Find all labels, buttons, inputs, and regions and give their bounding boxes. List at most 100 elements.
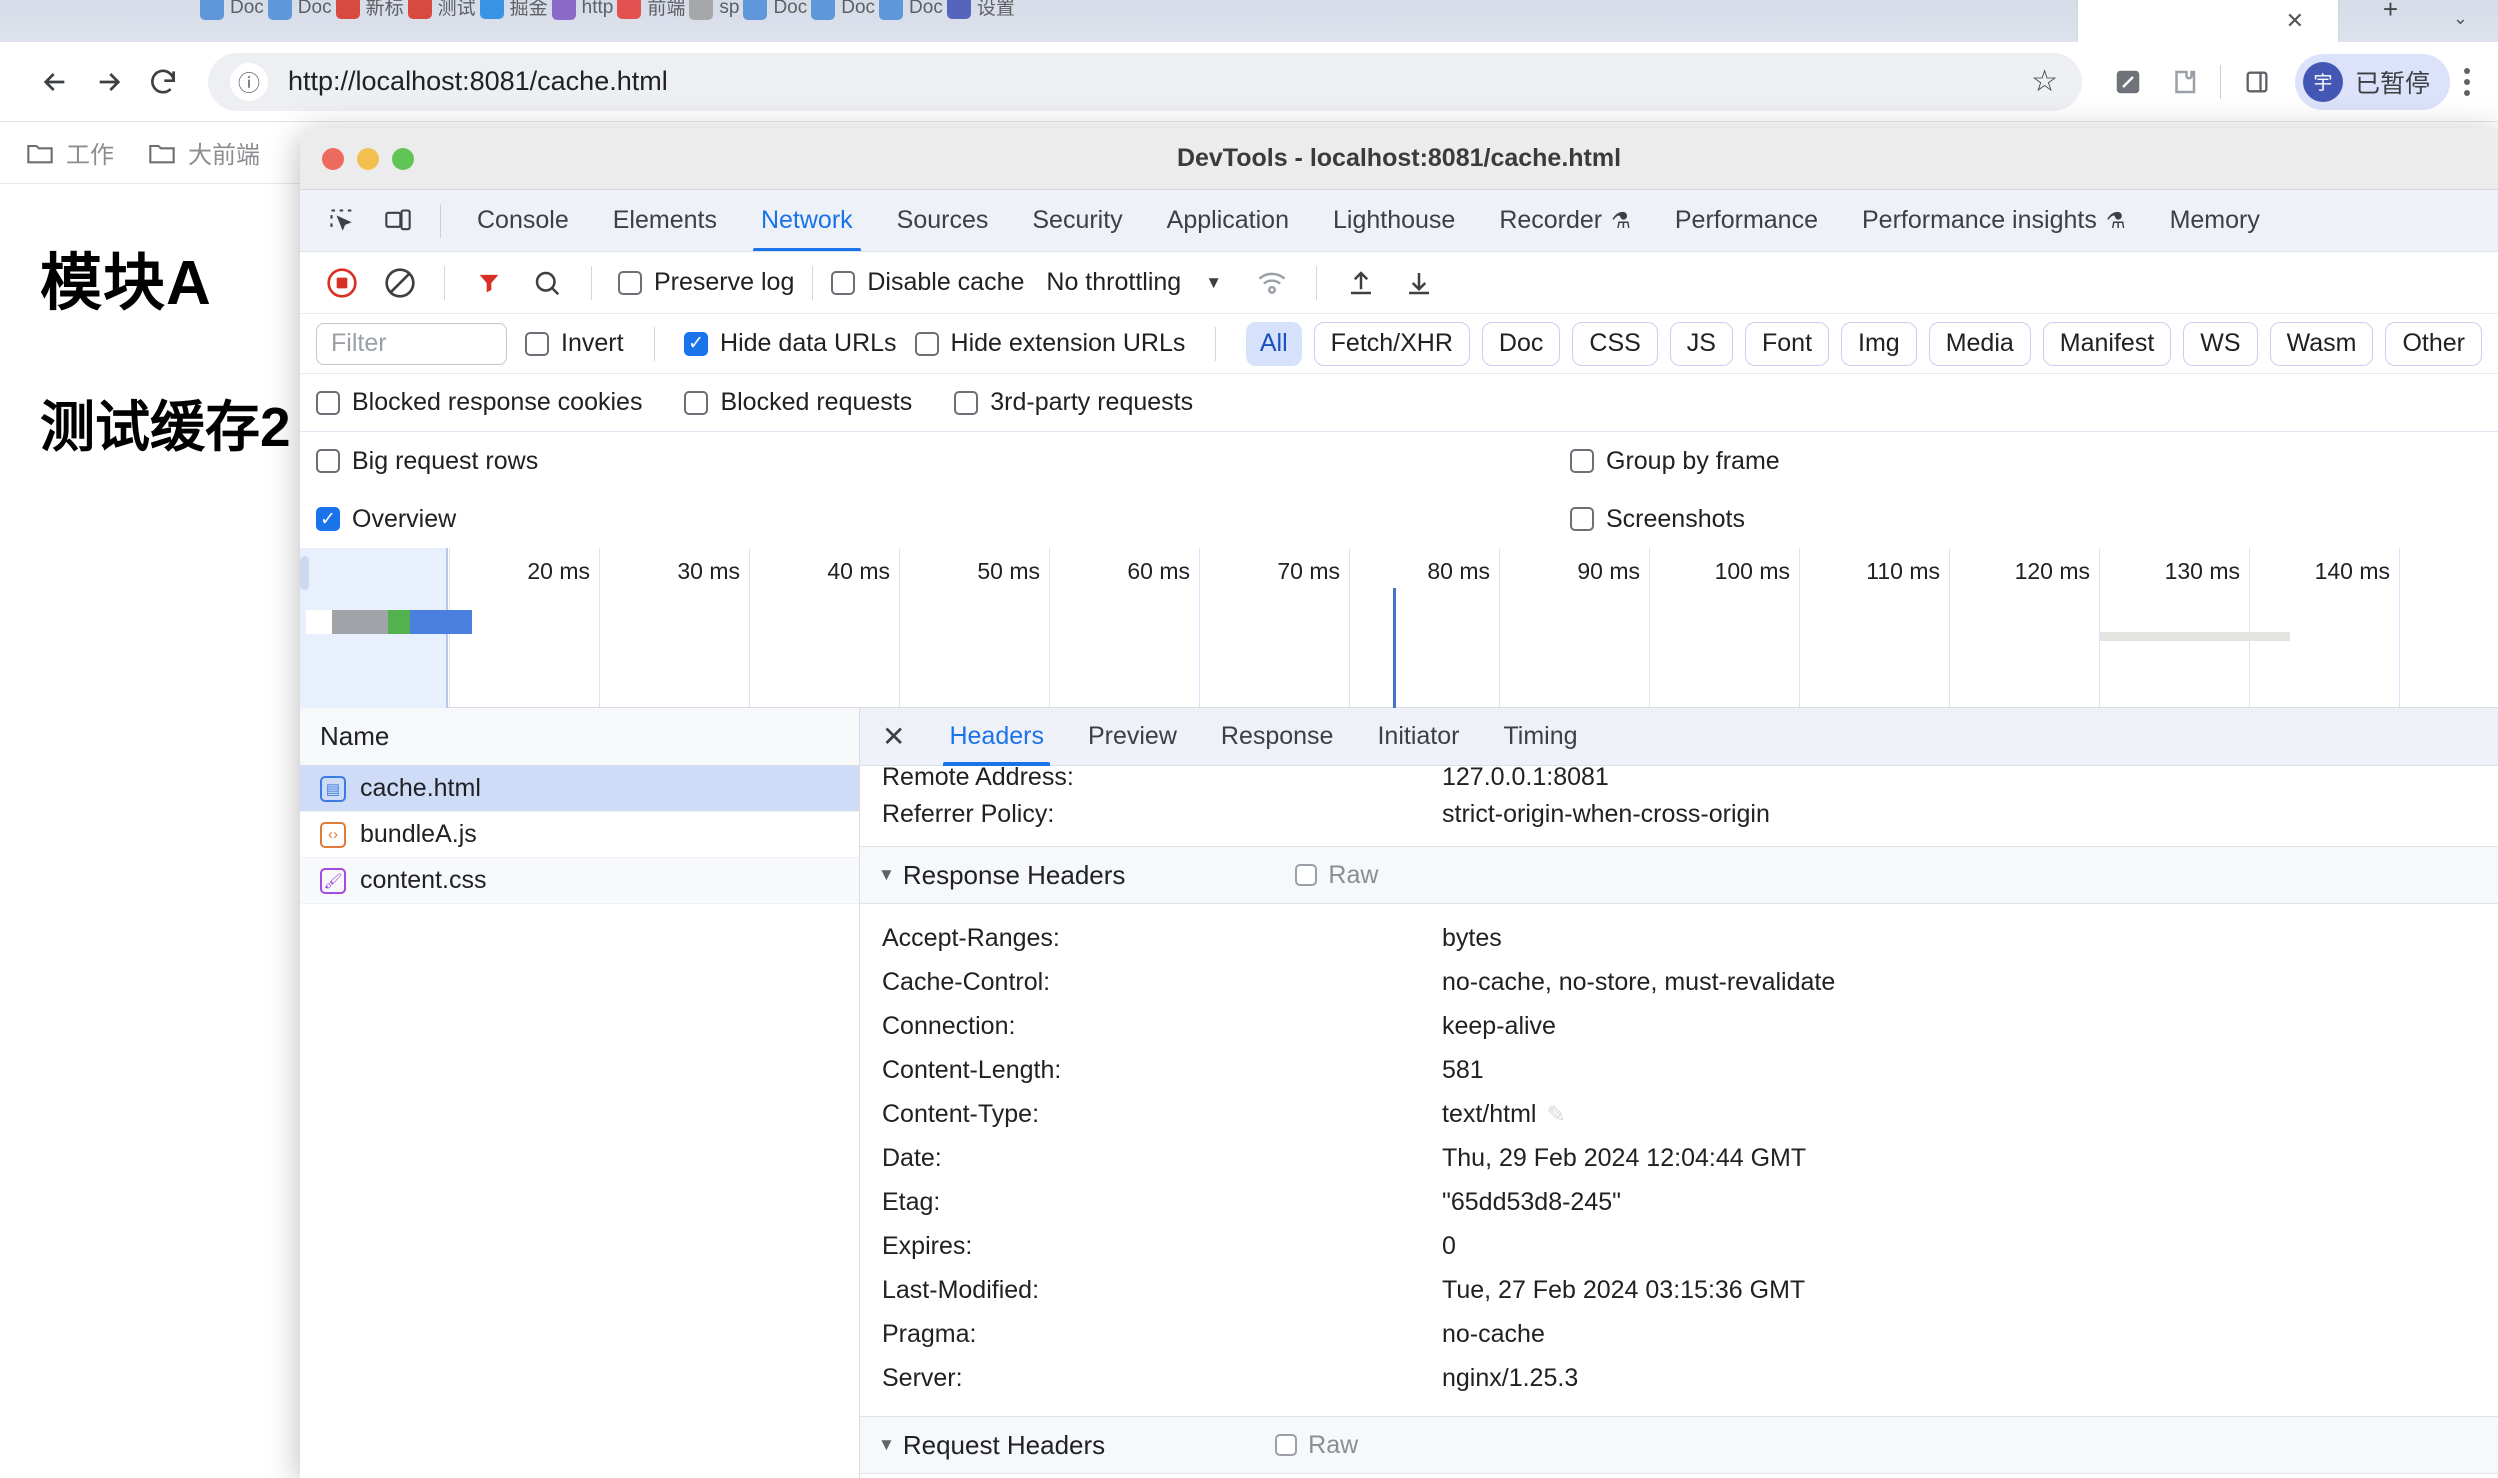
request-detail-tab-bar[interactable]: ✕ HeadersPreviewResponseInitiatorTiming	[860, 708, 2498, 766]
blocked-requests-checkbox[interactable]: Blocked requests	[684, 388, 912, 417]
detail-tab-headers[interactable]: Headers	[927, 708, 1066, 766]
extension-editor-icon[interactable]	[2100, 54, 2156, 110]
resource-type-chip-fetch-xhr[interactable]: Fetch/XHR	[1314, 322, 1470, 366]
site-info-icon[interactable]: ⓘ	[230, 63, 268, 101]
network-options-row-3[interactable]: ✓ Overview Screenshots	[300, 490, 2498, 548]
browser-tab[interactable]: Doc	[811, 0, 875, 20]
overview-checkbox[interactable]: ✓ Overview	[316, 505, 456, 534]
tab-list[interactable]: DocDoc新标测试掘金http前端spDocDocDoc设置	[0, 0, 1015, 20]
browser-tab[interactable]: sp	[689, 0, 739, 20]
browser-tab-strip[interactable]: DocDoc新标测试掘金http前端spDocDocDoc设置 ✕ + ⌄	[0, 0, 2498, 42]
detail-tab-timing[interactable]: Timing	[1481, 708, 1599, 766]
side-panel-icon[interactable]	[2229, 54, 2285, 110]
request-list-header[interactable]: Name	[300, 708, 859, 766]
overview-resize-handle[interactable]	[300, 556, 309, 590]
checkbox-box[interactable]: ✓	[684, 332, 708, 356]
bookmark-item[interactable]: 大前端	[148, 135, 260, 170]
raw-toggle-request[interactable]: Raw	[1275, 1431, 1358, 1460]
detail-tab-initiator[interactable]: Initiator	[1355, 708, 1481, 766]
hide-extension-urls-checkbox[interactable]: Hide extension URLs	[915, 329, 1186, 358]
active-browser-tab[interactable]: ✕	[2078, 0, 2338, 42]
blocked-response-cookies-checkbox[interactable]: Blocked response cookies	[316, 388, 642, 417]
big-request-rows-checkbox[interactable]: Big request rows	[316, 447, 538, 476]
checkbox-box[interactable]	[525, 332, 549, 356]
checkbox-box[interactable]	[915, 332, 939, 356]
resource-type-chip-wasm[interactable]: Wasm	[2270, 322, 2374, 366]
search-icon[interactable]	[521, 257, 573, 309]
network-options-row-2[interactable]: Big request rows Group by frame	[300, 432, 2498, 490]
resource-type-chip-doc[interactable]: Doc	[1482, 322, 1560, 366]
resource-type-chip-manifest[interactable]: Manifest	[2043, 322, 2171, 366]
browser-tab[interactable]: 前端	[617, 0, 685, 20]
devtools-tab-bar[interactable]: ConsoleElementsNetworkSourcesSecurityApp…	[300, 190, 2498, 252]
bookmark-item[interactable]: 工作	[26, 135, 114, 170]
resource-type-chip-font[interactable]: Font	[1745, 322, 1829, 366]
device-toolbar-icon[interactable]	[370, 198, 426, 244]
devtools-tab-performance[interactable]: Performance	[1653, 190, 1840, 252]
devtools-tab-elements[interactable]: Elements	[591, 190, 739, 252]
request-list[interactable]: Name ▤cache.html‹›bundleA.js🖌content.css	[300, 708, 860, 1478]
devtools-tab-application[interactable]: Application	[1145, 190, 1311, 252]
browser-tab[interactable]: 新标	[336, 0, 404, 20]
close-icon[interactable]: ✕	[882, 720, 927, 753]
browser-tab[interactable]: Doc	[268, 0, 332, 20]
third-party-requests-checkbox[interactable]: 3rd-party requests	[954, 388, 1193, 417]
checkbox-box[interactable]	[831, 271, 855, 295]
request-row[interactable]: ▤cache.html	[300, 766, 859, 812]
checkbox-box[interactable]	[316, 391, 340, 415]
devtools-tab-performance-insights[interactable]: Performance insights⚗	[1840, 190, 2148, 252]
detail-tab-preview[interactable]: Preview	[1066, 708, 1199, 766]
checkbox-box[interactable]	[954, 391, 978, 415]
checkbox-box[interactable]	[1570, 507, 1594, 531]
devtools-tab-security[interactable]: Security	[1010, 190, 1144, 252]
devtools-tab-memory[interactable]: Memory	[2148, 190, 2282, 252]
upload-har-icon[interactable]	[1335, 257, 1387, 309]
checkbox-box[interactable]	[1275, 1434, 1297, 1456]
browser-tab[interactable]: 设置	[947, 0, 1015, 20]
checkbox-box[interactable]	[1295, 864, 1317, 886]
browser-menu-icon[interactable]	[2464, 68, 2470, 96]
bookmark-star-icon[interactable]: ☆	[2031, 64, 2058, 99]
browser-tab[interactable]: Doc	[743, 0, 807, 20]
checkbox-box[interactable]: ✓	[316, 507, 340, 531]
devtools-tab-recorder[interactable]: Recorder⚗	[1477, 190, 1653, 252]
hide-data-urls-checkbox[interactable]: ✓ Hide data URLs	[684, 329, 896, 358]
group-by-frame-checkbox[interactable]: Group by frame	[1570, 447, 1780, 476]
profile-button[interactable]: 宇 已暂停	[2295, 54, 2450, 110]
chevron-down-icon[interactable]: ⌄	[2453, 8, 2468, 29]
devtools-tab-console[interactable]: Console	[455, 190, 591, 252]
raw-toggle-response[interactable]: Raw	[1295, 861, 1378, 890]
request-row[interactable]: ‹›bundleA.js	[300, 812, 859, 858]
detail-tab-response[interactable]: Response	[1199, 708, 1356, 766]
resource-type-chip-other[interactable]: Other	[2385, 322, 2482, 366]
resource-type-chip-all[interactable]: All	[1246, 322, 1302, 366]
throttling-select-value[interactable]: No throttling	[1046, 268, 1181, 297]
preserve-log-checkbox[interactable]: Preserve log	[618, 268, 794, 297]
close-tab-icon[interactable]: ✕	[2286, 8, 2304, 34]
network-conditions-icon[interactable]	[1246, 257, 1298, 309]
clear-icon[interactable]	[374, 257, 426, 309]
resource-type-chip-img[interactable]: Img	[1841, 322, 1917, 366]
headers-scroll-area[interactable]: Remote Address:127.0.0.1:8081Referrer Po…	[860, 766, 2498, 1478]
checkbox-box[interactable]	[316, 449, 340, 473]
new-tab-button[interactable]: +	[2383, 0, 2398, 25]
devtools-tab-sources[interactable]: Sources	[875, 190, 1011, 252]
network-toolbar[interactable]: Preserve log Disable cache No throttling…	[300, 252, 2498, 314]
browser-tab[interactable]: Doc	[879, 0, 943, 20]
request-headers-section-header[interactable]: ▼ Request Headers Raw	[860, 1416, 2498, 1474]
filter-icon[interactable]	[463, 257, 515, 309]
resource-type-chip-css[interactable]: CSS	[1572, 322, 1657, 366]
invert-checkbox[interactable]: Invert	[525, 329, 624, 358]
screenshots-checkbox[interactable]: Screenshots	[1570, 505, 1745, 534]
record-stop-icon[interactable]	[316, 257, 368, 309]
forward-button[interactable]	[82, 55, 136, 109]
extensions-puzzle-icon[interactable]	[2156, 54, 2212, 110]
browser-tab[interactable]: http	[552, 0, 614, 20]
collapse-caret-icon[interactable]: ▼	[878, 865, 895, 885]
reload-button[interactable]	[136, 55, 190, 109]
back-button[interactable]	[28, 55, 82, 109]
browser-tab[interactable]: 掘金	[480, 0, 548, 20]
network-overview-timeline[interactable]: 10 ms20 ms30 ms40 ms50 ms60 ms70 ms80 ms…	[300, 548, 2498, 708]
browser-tab[interactable]: Doc	[200, 0, 264, 20]
inspect-element-icon[interactable]	[314, 198, 370, 244]
